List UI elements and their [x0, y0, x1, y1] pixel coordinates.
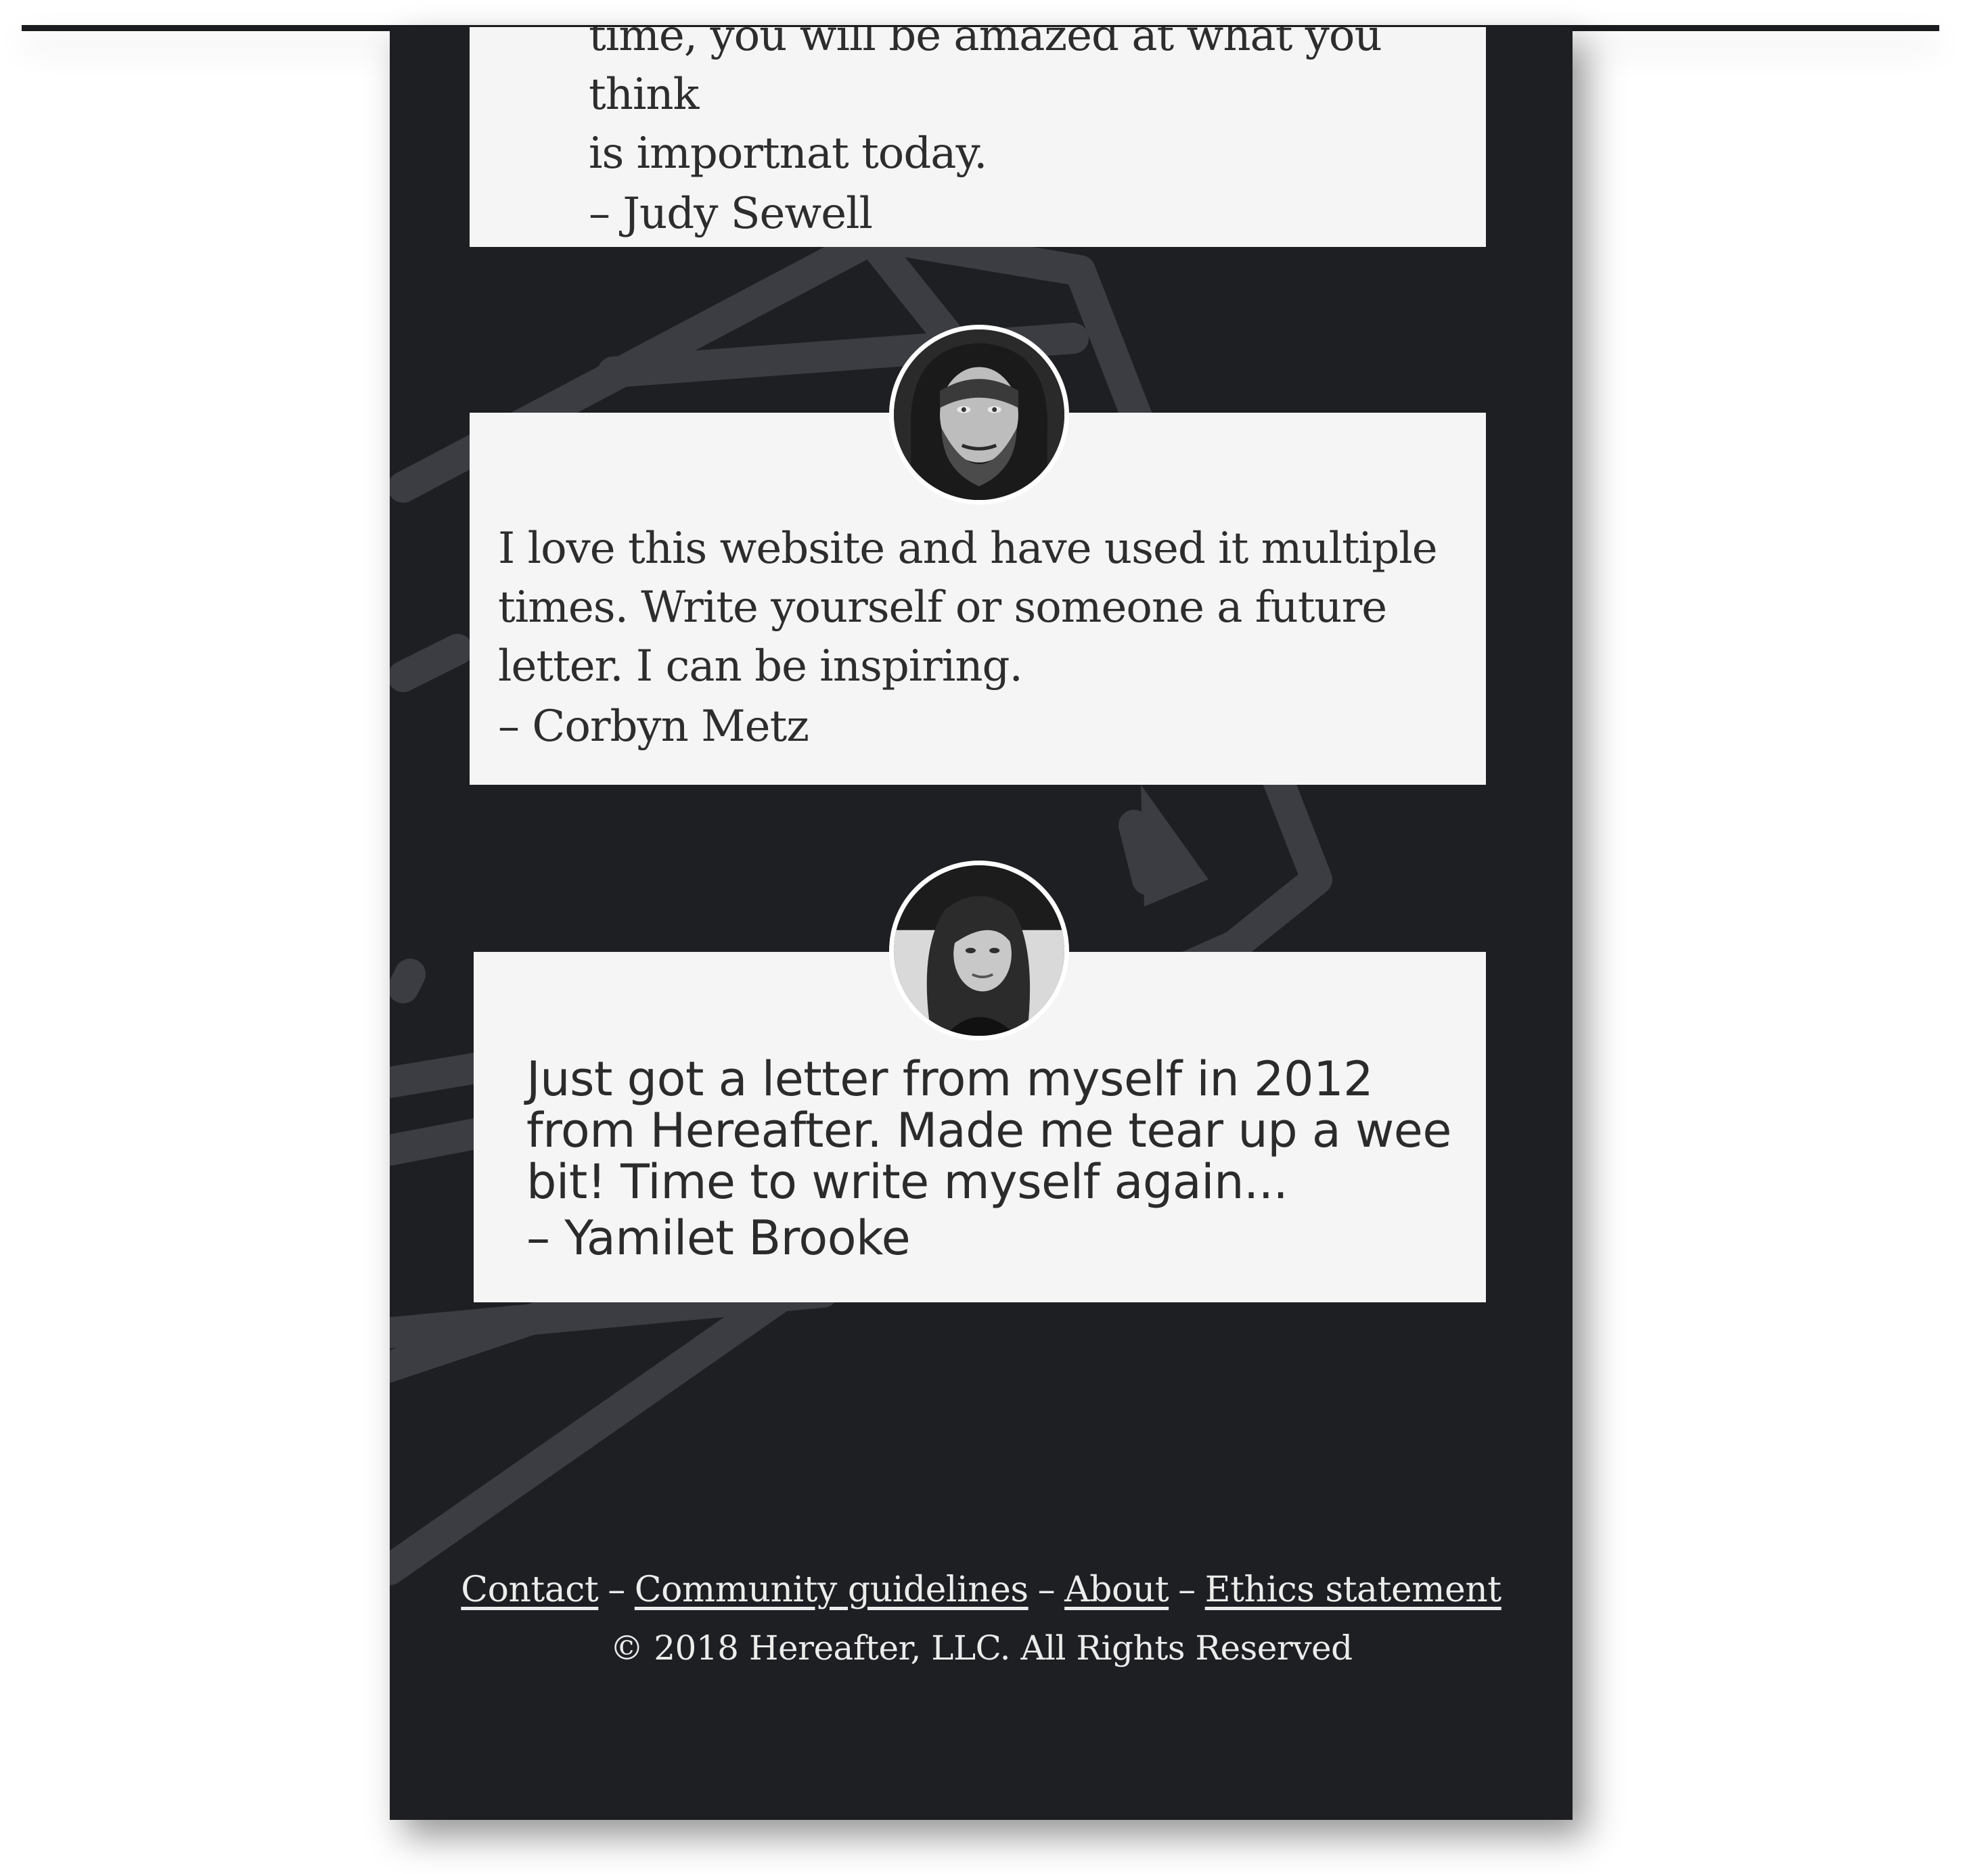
testimonial-quote: Just got a letter from myself in 2012 fr… — [526, 1053, 1467, 1208]
footer-link-contact[interactable]: Contact — [461, 1570, 599, 1610]
footer-separator: – — [608, 1570, 625, 1610]
quote-line: times. Write yourself or someone a futur… — [498, 582, 1387, 633]
testimonial-text: Just got a letter from myself in 2012 fr… — [526, 1053, 1467, 1269]
testimonial-quote: time, you will be amazed at what you thi… — [589, 27, 1475, 183]
bearded-man-photo — [894, 329, 1064, 500]
testimonial-author: – Yamilet Brooke — [526, 1210, 911, 1266]
footer-separator: – — [1178, 1570, 1196, 1610]
copyright-notice: © 2018 Hereafter, LLC. All Rights Reserv… — [610, 1628, 1353, 1668]
quote-line: is importnat today. — [589, 129, 987, 179]
testimonial-author: – Judy Sewell — [589, 189, 873, 239]
footer-link-ethics-statement[interactable]: Ethics statement — [1205, 1570, 1502, 1610]
footer-nav: Contact – Community guidelines – About – Ethic… — [390, 1570, 1573, 1610]
avatar — [889, 861, 1069, 1041]
footer-separator: – — [1037, 1570, 1056, 1610]
footer-link-community-guidelines[interactable]: Community guidelines — [635, 1570, 1029, 1610]
quote-line: Just got a letter from myself in 2012 — [526, 1051, 1374, 1107]
quote-line: letter. I can be inspiring. — [498, 641, 1023, 691]
testimonial-quote: I love this website and have used it mul… — [498, 520, 1466, 696]
quote-line: I love this website and have used it mul… — [498, 524, 1438, 574]
testimonial-author: – Corbyn Metz — [498, 702, 809, 752]
testimonial-text: time, you will be amazed at what you thi… — [589, 27, 1475, 244]
avatar — [889, 325, 1069, 505]
woman-portrait-photo — [894, 865, 1064, 1036]
quote-line: time, you will be amazed at what you thi… — [589, 27, 1382, 120]
quote-line: bit! Time to write myself again... — [526, 1154, 1288, 1210]
testimonials-page[interactable]: time, you will be amazed at what you thi… — [390, 27, 1573, 1820]
quote-line: from Hereafter. Made me tear up a wee — [526, 1103, 1451, 1158]
testimonial-card-1: time, you will be amazed at what you thi… — [470, 27, 1486, 247]
testimonial-text: I love this website and have used it mul… — [498, 520, 1466, 757]
footer-link-about[interactable]: About — [1064, 1570, 1169, 1610]
